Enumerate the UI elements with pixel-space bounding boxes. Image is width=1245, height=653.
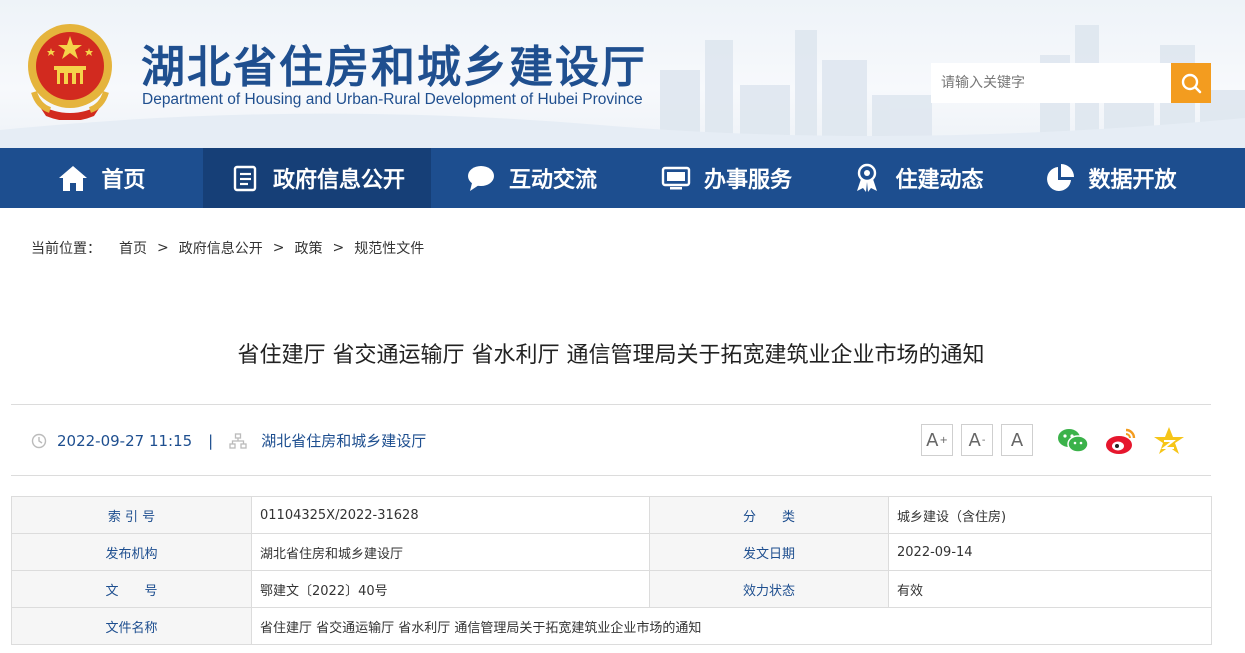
nav-item-label: 政府信息公开 xyxy=(272,168,405,193)
breadcrumb: 当前位置： 首页 > 政府信息公开 > 政策 > 规范性文件 xyxy=(31,238,424,258)
wechat-icon[interactable] xyxy=(1056,424,1090,458)
breadcrumb-item-government-info[interactable]: 政府信息公开 xyxy=(179,238,263,258)
pie-chart-icon xyxy=(1044,162,1076,194)
validity-status-value: 有效 xyxy=(888,570,1212,608)
category-value: 城乡建设（含住房) xyxy=(888,496,1212,534)
nav-item-label: 住建动态 xyxy=(895,168,984,193)
publish-datetime: 2022-09-27 11:15 xyxy=(57,431,193,450)
nav-item-label: 首页 xyxy=(101,168,146,193)
national-emblem-logo xyxy=(28,24,112,120)
font-reset-label: A xyxy=(1010,429,1024,451)
nav-item-open-data[interactable]: 数据开放 xyxy=(1014,148,1207,208)
chat-bubble-icon xyxy=(465,162,497,194)
document-name-value: 省住建厅 省交通运输厅 省水利厅 通信管理局关于拓宽建筑业企业市场的通知 xyxy=(251,607,1212,645)
font-size-increase-button[interactable]: A + xyxy=(921,424,953,456)
nav-item-interaction[interactable]: 互动交流 xyxy=(431,148,631,208)
article-title: 省住建厅 省交通运输厅 省水利厅 通信管理局关于拓宽建筑业企业市场的通知 xyxy=(237,343,985,368)
home-icon xyxy=(57,162,89,194)
document-number-key: 文 号 xyxy=(11,570,252,608)
search-button[interactable] xyxy=(1171,63,1211,103)
organization-icon xyxy=(229,432,247,449)
nav-item-label: 数据开放 xyxy=(1088,168,1177,193)
table-row: 发布机构 湖北省住房和城乡建设厅 发文日期 2022-09-14 xyxy=(11,533,1212,571)
nav-item-government-info[interactable]: 政府信息公开 xyxy=(203,148,431,208)
clock-icon xyxy=(31,433,47,448)
category-key: 分 类 xyxy=(649,496,889,534)
meta-divider xyxy=(11,475,1211,476)
document-info-table: 索 引 号 01104325X/2022-31628 分 类 城乡建设（含住房)… xyxy=(11,496,1212,645)
issue-date-value: 2022-09-14 xyxy=(888,533,1212,571)
breadcrumb-separator: > xyxy=(332,240,345,256)
validity-status-key: 效力状态 xyxy=(649,570,889,608)
table-row: 索 引 号 01104325X/2022-31628 分 类 城乡建设（含住房) xyxy=(11,496,1212,534)
site-subtitle: Department of Housing and Urban-Rural De… xyxy=(142,91,643,108)
qzone-icon[interactable] xyxy=(1152,424,1186,458)
issuing-agency-key: 发布机构 xyxy=(11,533,252,571)
document-name-key: 文件名称 xyxy=(11,607,252,645)
weibo-icon[interactable] xyxy=(1104,424,1138,458)
minus-icon: - xyxy=(981,434,986,446)
nav-item-services[interactable]: 办事服务 xyxy=(631,148,821,208)
font-increase-label: A xyxy=(926,429,939,451)
meta-separator: | xyxy=(208,431,214,450)
table-row: 文 号 鄂建文〔2022〕40号 效力状态 有效 xyxy=(11,570,1212,608)
site-title: 湖北省住房和城乡建设厅 xyxy=(141,42,647,93)
award-icon xyxy=(851,162,883,194)
nav-item-news[interactable]: 住建动态 xyxy=(821,148,1014,208)
font-decrease-label: A xyxy=(968,429,981,451)
document-list-icon xyxy=(229,162,261,194)
search-input[interactable] xyxy=(931,63,1171,103)
breadcrumb-item-home[interactable]: 首页 xyxy=(119,238,147,258)
nav-item-home[interactable]: 首页 xyxy=(0,148,203,208)
article-meta: 2022-09-27 11:15 | 湖北省住房和城乡建设厅 xyxy=(31,430,426,451)
nav-item-label: 互动交流 xyxy=(508,168,597,193)
issue-date-key: 发文日期 xyxy=(649,533,889,571)
title-divider xyxy=(11,404,1211,405)
breadcrumb-item-normative-docs[interactable]: 规范性文件 xyxy=(354,238,424,258)
search-icon xyxy=(1181,73,1202,94)
index-number-value: 01104325X/2022-31628 xyxy=(251,496,650,534)
index-number-key: 索 引 号 xyxy=(11,496,252,534)
table-row: 文件名称 省住建厅 省交通运输厅 省水利厅 通信管理局关于拓宽建筑业企业市场的通… xyxy=(11,607,1212,645)
site-header: 湖北省住房和城乡建设厅 Department of Housing and Ur… xyxy=(0,0,1245,148)
monitor-icon xyxy=(660,162,692,194)
plus-icon: + xyxy=(939,434,948,446)
font-size-decrease-button[interactable]: A- xyxy=(961,424,993,456)
publisher-name: 湖北省住房和城乡建设厅 xyxy=(261,432,427,450)
breadcrumb-label: 当前位置： xyxy=(31,241,101,257)
breadcrumb-separator: > xyxy=(272,240,285,256)
breadcrumb-item-policy[interactable]: 政策 xyxy=(294,238,322,258)
main-nav: 首页 政府信息公开 互动交流 办事服务 住建动态 数据开放 xyxy=(0,148,1245,208)
breadcrumb-separator: > xyxy=(157,240,169,256)
document-number-value: 鄂建文〔2022〕40号 xyxy=(251,570,650,608)
nav-item-label: 办事服务 xyxy=(703,168,792,193)
issuing-agency-value: 湖北省住房和城乡建设厅 xyxy=(251,533,650,571)
font-size-reset-button[interactable]: A xyxy=(1001,424,1033,456)
